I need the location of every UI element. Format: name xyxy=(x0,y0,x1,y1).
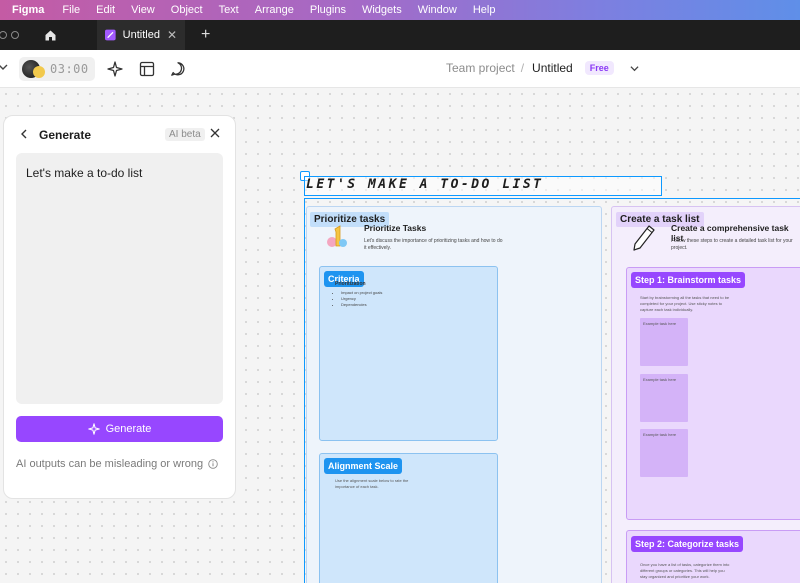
menu-help[interactable]: Help xyxy=(465,4,504,16)
sticky-text: Example task here xyxy=(643,377,677,382)
new-tab-button[interactable]: + xyxy=(201,26,210,44)
card-subtitle: Prioritization xyxy=(335,281,366,287)
window-control-zoom[interactable] xyxy=(11,31,19,39)
home-icon xyxy=(45,30,55,40)
window-control-minimize[interactable] xyxy=(0,31,7,39)
close-icon[interactable] xyxy=(209,127,221,139)
star-badge-icon xyxy=(33,66,45,78)
tab-untitled[interactable]: Untitled ✕ xyxy=(97,20,185,50)
pencil-icon xyxy=(633,225,655,251)
sticky-text: Example task here xyxy=(643,321,677,326)
disclaimer-text: AI outputs can be misleading or wrong xyxy=(16,458,204,470)
ai-beta-badge: AI beta xyxy=(165,128,205,141)
criteria-list: Impact on project goals Urgency Dependen… xyxy=(333,290,382,308)
canvas[interactable]: Generate AI beta Let's make a to-do list… xyxy=(0,88,800,583)
sticky-note[interactable]: Example task here xyxy=(640,374,688,422)
avatar xyxy=(22,60,45,78)
menu-widgets[interactable]: Widgets xyxy=(354,4,410,16)
ai-disclaimer: AI outputs can be misleading or wrong xyxy=(16,458,218,470)
section1-body: Let's discuss the importance of prioriti… xyxy=(364,238,503,251)
sparkle-icon[interactable] xyxy=(106,60,124,78)
breadcrumb-file[interactable]: Untitled xyxy=(532,61,573,75)
close-icon[interactable]: ✕ xyxy=(167,28,177,42)
layout-icon[interactable] xyxy=(138,60,156,78)
card-text: Use the alignment scale below to rate th… xyxy=(335,478,409,489)
menu-window[interactable]: Window xyxy=(410,4,465,16)
menu-edit[interactable]: Edit xyxy=(88,4,123,16)
generate-button-label: Generate xyxy=(105,423,152,435)
home-button[interactable] xyxy=(33,20,67,50)
timer-value: 03:00 xyxy=(50,62,89,76)
card-tag-step-2: Step 2: Categorize tasks xyxy=(631,536,744,552)
panel-title: Generate xyxy=(39,128,92,142)
list-item: Dependencies xyxy=(341,302,382,308)
tab-label: Untitled xyxy=(122,29,160,41)
section1-heading: Prioritize Tasks xyxy=(364,223,427,233)
card-text: Once you have a list of tasks, categoriz… xyxy=(640,562,730,579)
board-title[interactable]: LET'S MAKE A TO-DO LIST xyxy=(306,177,544,192)
sticky-note[interactable]: Example task here xyxy=(640,318,688,366)
breadcrumb-team[interactable]: Team project xyxy=(446,61,515,75)
toolbar: 03:00 Team project / Untitled Free xyxy=(0,50,800,88)
breadcrumb-separator: / xyxy=(520,61,525,75)
menu-plugins[interactable]: Plugins xyxy=(302,4,354,16)
tab-bar: Untitled ✕ + xyxy=(0,20,800,50)
section2-body: Follow these steps to create a detailed … xyxy=(671,238,793,251)
breadcrumb: Team project / Untitled Free xyxy=(446,61,639,75)
menu-object[interactable]: Object xyxy=(163,4,211,16)
number-one-icon xyxy=(327,225,347,247)
sticky-text: Example task here xyxy=(643,432,677,437)
generate-panel: Generate AI beta Let's make a to-do list… xyxy=(3,115,236,499)
prompt-input[interactable]: Let's make a to-do list xyxy=(16,153,223,404)
card-tag-step-1: Step 1: Brainstorm tasks xyxy=(631,272,746,288)
chevron-down-icon[interactable] xyxy=(0,62,8,72)
figma-file-icon xyxy=(105,29,116,41)
comment-icon[interactable] xyxy=(169,60,187,78)
timer-widget[interactable]: 03:00 xyxy=(19,57,95,81)
chevron-down-icon[interactable] xyxy=(630,64,639,73)
sticky-note[interactable]: Example task here xyxy=(640,429,688,477)
plan-badge: Free xyxy=(584,61,614,75)
card-text: Start by brainstorming all the tasks tha… xyxy=(640,295,730,312)
menu-app-figma[interactable]: Figma xyxy=(0,4,54,16)
menu-bar: Figma File Edit View Object Text Arrange… xyxy=(0,0,800,20)
generate-button[interactable]: Generate xyxy=(16,416,223,442)
menu-arrange[interactable]: Arrange xyxy=(247,4,302,16)
back-icon[interactable] xyxy=(18,128,30,140)
menu-file[interactable]: File xyxy=(54,4,88,16)
card-tag-alignment: Alignment Scale xyxy=(324,458,403,474)
info-icon[interactable] xyxy=(208,459,218,469)
menu-view[interactable]: View xyxy=(123,4,163,16)
sparkle-icon xyxy=(87,423,100,435)
menu-text[interactable]: Text xyxy=(211,4,247,16)
